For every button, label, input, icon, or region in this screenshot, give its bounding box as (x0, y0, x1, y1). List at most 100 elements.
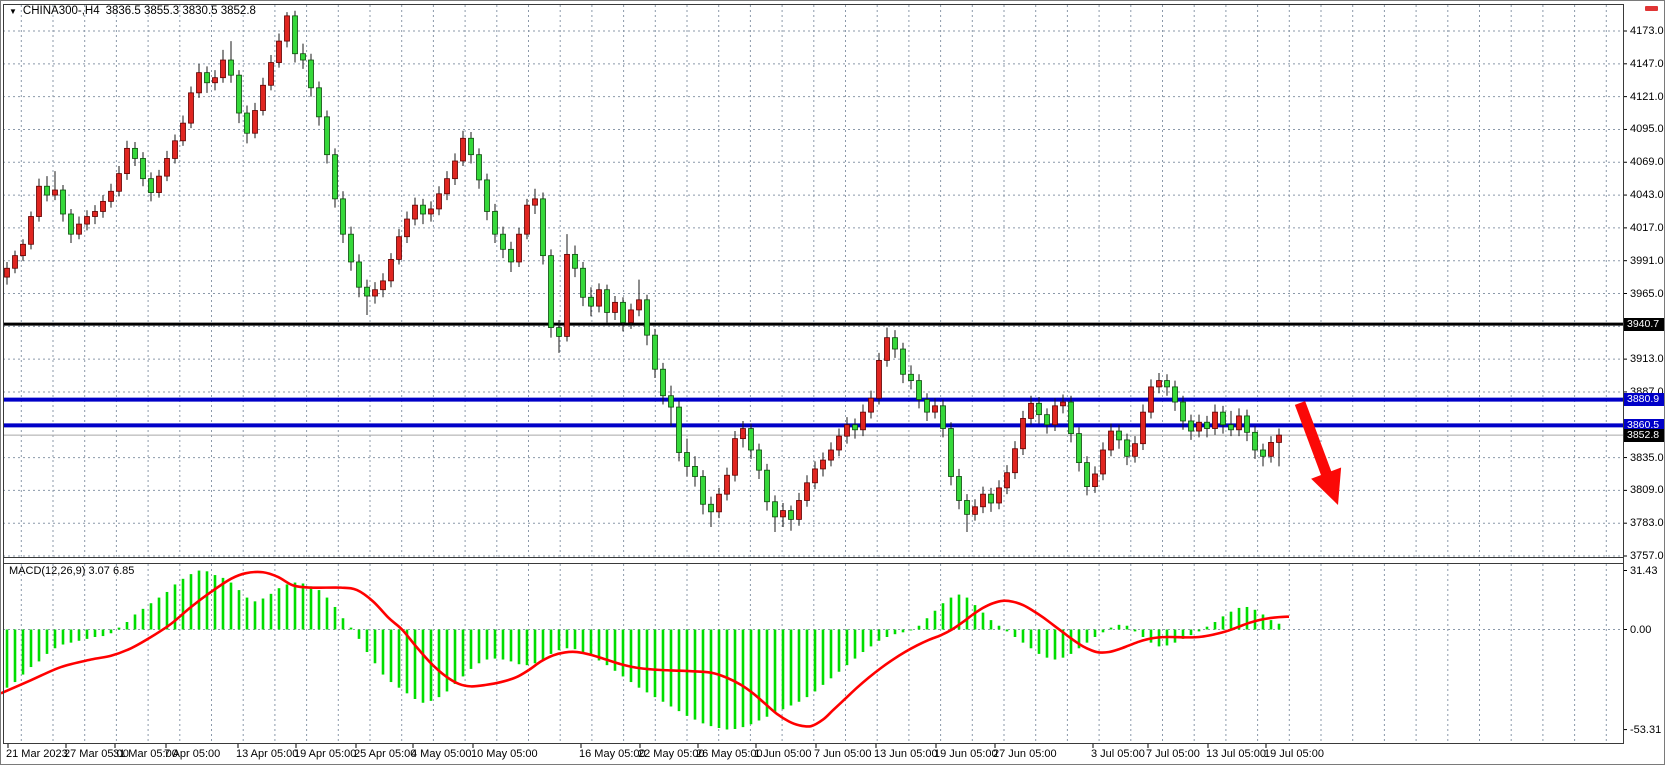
candle (877, 360, 882, 398)
candle (765, 470, 770, 502)
price-tick-label: 3783.0 (1630, 517, 1664, 529)
candle (397, 237, 402, 260)
candle (469, 138, 474, 154)
chevron-down-icon[interactable]: ▼ (9, 7, 17, 16)
candle (941, 406, 946, 429)
plot-left-border (3, 4, 4, 743)
candle (1013, 449, 1018, 473)
macd-name: MACD(12,26,9) (9, 565, 85, 577)
macd-pane (1, 571, 1289, 730)
candle (1181, 402, 1186, 421)
candle (613, 302, 618, 312)
horizontal-level-lines[interactable] (3, 324, 1623, 435)
candle (205, 73, 210, 83)
price-tick-label: 3835.0 (1630, 452, 1664, 464)
candle (573, 254, 578, 268)
time-tick-label: 3 Jul 05:00 (1091, 748, 1145, 760)
time-tick-label: 7 Jul 05:00 (1146, 748, 1200, 760)
ohlc-values-label: 3836.5 3855.3 3830.5 3852.8 (106, 5, 256, 17)
candle (757, 450, 762, 470)
candle (1221, 412, 1226, 425)
candle (125, 148, 130, 173)
time-tick-label: 13 Jun 05:00 (874, 748, 938, 760)
candle (949, 429, 954, 477)
candle (453, 161, 458, 179)
candle (645, 300, 650, 335)
candle (1077, 434, 1082, 463)
candle (133, 148, 138, 158)
macd-signal-line (1, 572, 1289, 727)
time-axis[interactable]: 21 Mar 202327 Mar 05:0031 Mar 05:007 Apr… (1, 744, 1665, 765)
candle (405, 219, 410, 237)
candle (909, 374, 914, 380)
price-tick-label: 3809.0 (1630, 484, 1664, 496)
candle (517, 234, 522, 262)
candle (429, 209, 434, 214)
time-tick-label: 7 Apr 05:00 (164, 748, 220, 760)
candle (837, 436, 842, 450)
candle (157, 176, 162, 192)
price-level-badge: 3880.9 (1624, 393, 1665, 406)
candle (1237, 416, 1242, 430)
candle (245, 113, 250, 133)
candle (885, 338, 890, 361)
candle (269, 63, 274, 86)
candle (621, 302, 626, 322)
candle (549, 256, 554, 328)
candle (349, 234, 354, 262)
candle (893, 338, 898, 349)
candle (973, 507, 978, 515)
candle (141, 158, 146, 178)
candle (805, 483, 810, 501)
candle (45, 186, 50, 195)
candle (1165, 381, 1170, 387)
candle (21, 244, 26, 255)
candle (901, 349, 906, 374)
candle (693, 466, 698, 476)
candle (437, 194, 442, 209)
time-tick-label: 7 Jun 05:00 (814, 748, 872, 760)
time-tick-label: 21 Mar 2023 (6, 748, 68, 760)
price-tick-label: 4147.0 (1630, 58, 1664, 70)
time-tick-label: 22 May 05:00 (638, 748, 705, 760)
candle (509, 249, 514, 262)
candle (1261, 450, 1266, 456)
candle (5, 268, 10, 277)
candle (1133, 444, 1138, 457)
candle (309, 60, 314, 88)
macd-tick-label: 31.43 (1630, 565, 1658, 577)
candle (381, 281, 386, 290)
price-tick-label: 4069.0 (1630, 156, 1664, 168)
chart-title: ▼ CHINA300-,H4 3836.5 3855.3 3830.5 3852… (9, 4, 256, 18)
candle (1205, 422, 1210, 428)
down-arrow-annotation[interactable] (1300, 403, 1341, 505)
candle (173, 141, 178, 159)
candle (77, 224, 82, 234)
candle (1245, 416, 1250, 432)
candle (653, 335, 658, 369)
price-tick-label: 4017.0 (1630, 222, 1664, 234)
candle (1189, 421, 1194, 431)
candle (61, 190, 66, 214)
candle (709, 504, 714, 512)
candles-group (5, 11, 1282, 532)
price-axis[interactable]: 4173.04147.04121.04095.04069.04043.04017… (1624, 1, 1665, 743)
candle (781, 511, 786, 517)
candle (1021, 418, 1026, 448)
candle (605, 290, 610, 313)
candle (565, 254, 570, 336)
candle (1141, 412, 1146, 444)
candle (797, 500, 802, 519)
price-tick-label: 3991.0 (1630, 255, 1664, 267)
candle (357, 262, 362, 287)
price-chart-canvas[interactable] (1, 1, 1665, 765)
candle (93, 211, 98, 216)
candle (725, 475, 730, 494)
candle (1197, 422, 1202, 431)
time-tick-label: 13 Jul 05:00 (1206, 748, 1266, 760)
candle (589, 297, 594, 306)
macd-indicator-label: MACD(12,26,9) 3.07 6.85 (9, 565, 134, 577)
candle (853, 425, 858, 430)
candle (1253, 432, 1258, 450)
candle (325, 117, 330, 155)
